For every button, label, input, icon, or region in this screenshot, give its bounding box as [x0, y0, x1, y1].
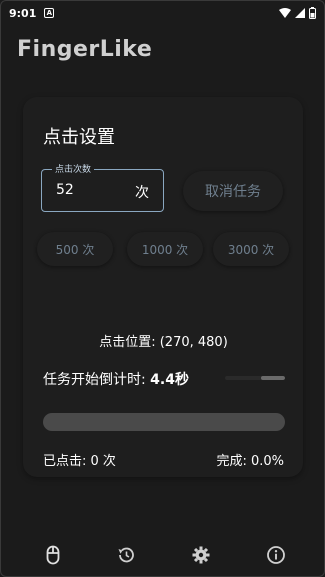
preset-500-button[interactable]: 500 次 — [37, 232, 113, 266]
click-count-suffix: 次 — [135, 185, 149, 201]
nav-item-settings[interactable] — [189, 543, 213, 567]
click-count-label: 点击次数 — [52, 162, 95, 175]
battery-icon — [309, 7, 316, 19]
click-count-field[interactable]: 点击次数 52 次 — [41, 162, 164, 212]
click-position-text: 点击位置: (270, 480) — [99, 335, 228, 350]
countdown-progress-fill — [261, 376, 285, 380]
cancel-task-button[interactable]: 取消任务 — [183, 171, 283, 211]
clicked-count-text: 已点击: 0 次 — [43, 454, 116, 469]
countdown-progress — [225, 376, 285, 380]
info-icon — [267, 546, 285, 564]
countdown-row: 任务开始倒计时: 4.4秒 — [43, 369, 189, 389]
task-progress-bar — [43, 413, 285, 431]
nav-item-history[interactable] — [114, 543, 138, 567]
nav-item-about[interactable] — [264, 543, 288, 567]
bottom-nav — [1, 535, 324, 575]
status-time: 9:01 — [9, 6, 37, 20]
countdown-value: 4.4秒 — [150, 372, 189, 388]
mouse-icon — [46, 545, 60, 565]
countdown-label: 任务开始倒计时: — [43, 372, 151, 388]
section-title: 点击设置 — [43, 127, 115, 148]
nav-item-click[interactable] — [41, 543, 65, 567]
completion-text: 完成: 0.0% — [216, 454, 284, 469]
signal-icon — [295, 8, 305, 18]
wifi-icon — [279, 8, 291, 18]
preset-1000-button[interactable]: 1000 次 — [127, 232, 203, 266]
gear-icon — [192, 546, 210, 564]
a-box-icon: A — [44, 8, 55, 18]
app-frame: 9:01 A FingerLike 点击设置 点击次数 52 次 取消任务 50… — [0, 0, 325, 577]
preset-3000-button[interactable]: 3000 次 — [213, 232, 289, 266]
app-title: FingerLike — [17, 37, 153, 62]
status-icons — [279, 7, 316, 19]
status-bar: 9:01 A — [1, 1, 324, 25]
history-icon — [118, 547, 134, 563]
click-count-input[interactable]: 52 — [56, 182, 74, 198]
